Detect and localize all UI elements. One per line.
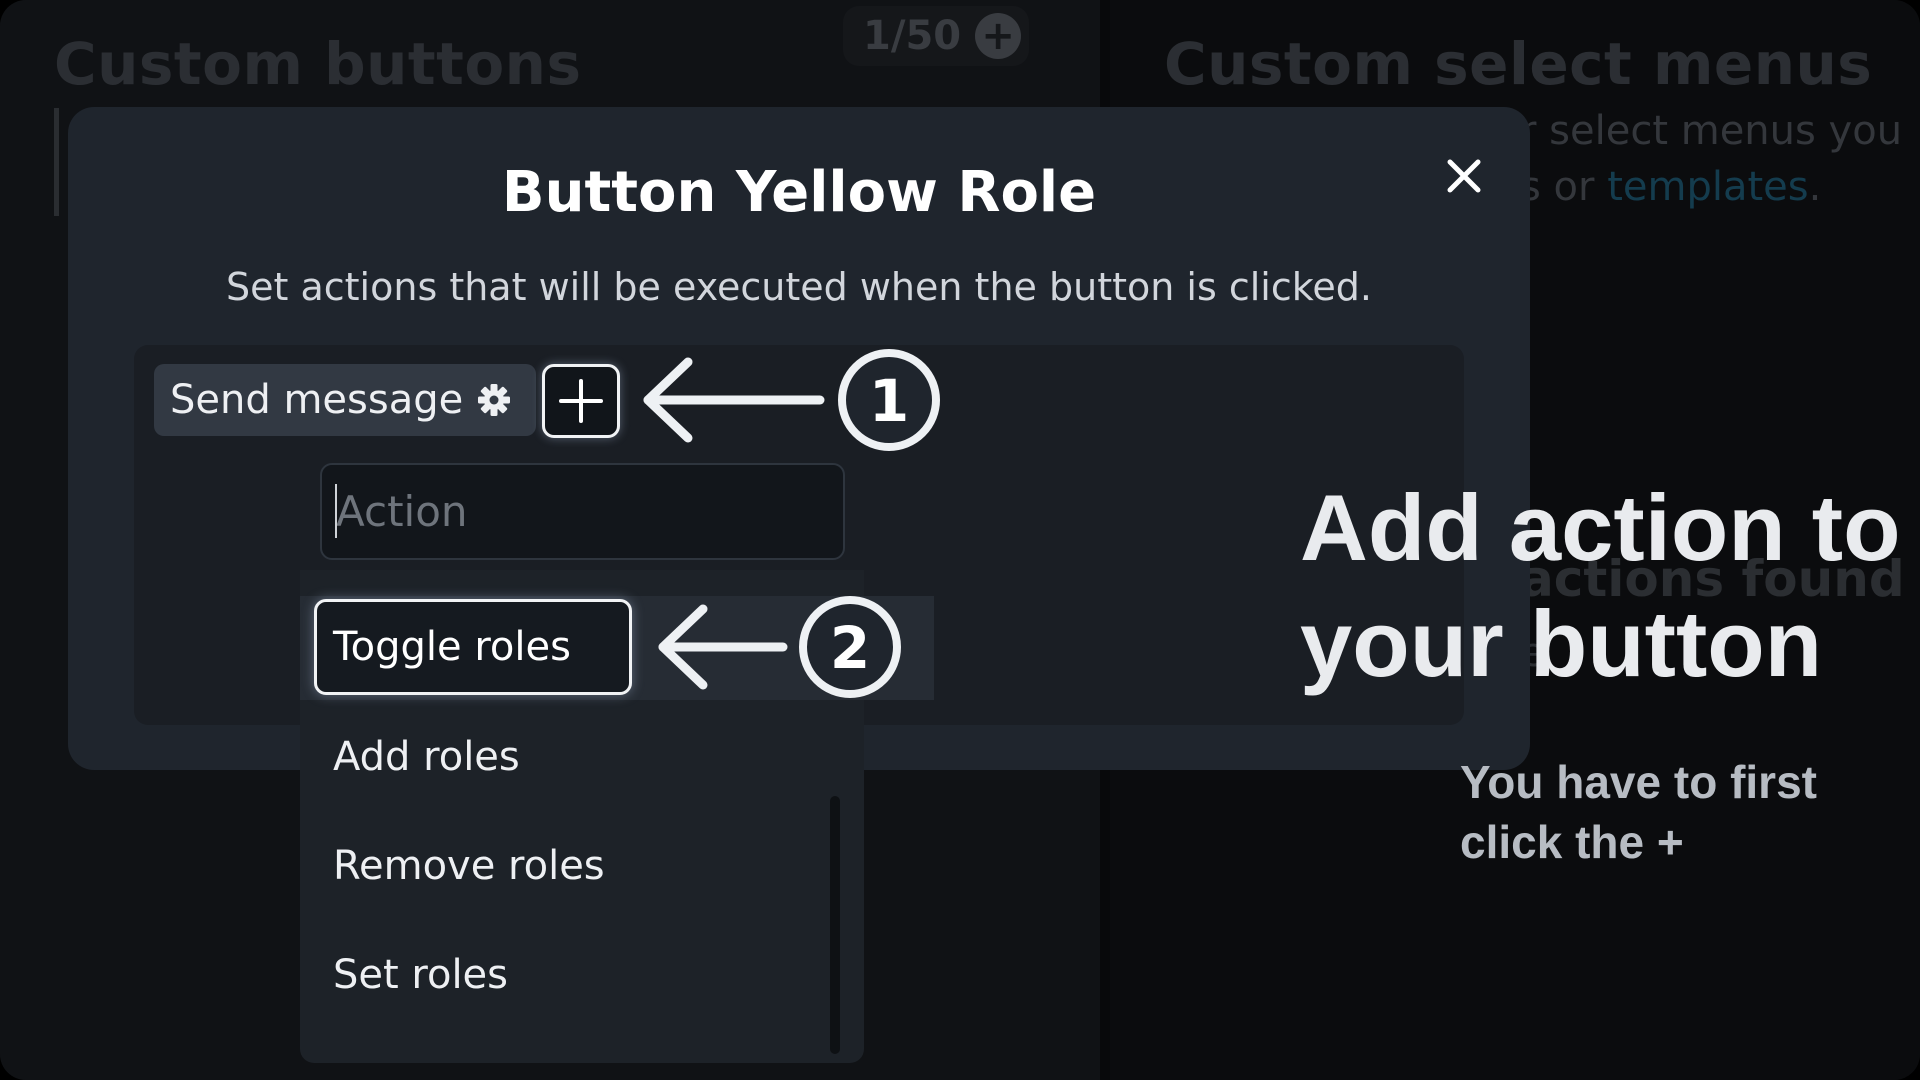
step-1-arrow: 1 <box>643 349 940 451</box>
button-counter-text: 1/50 <box>863 13 962 59</box>
background-left-bar <box>54 108 59 216</box>
add-action-button[interactable] <box>542 364 620 438</box>
modal-title: Button Yellow Role <box>501 160 1097 225</box>
text-caret <box>335 484 337 538</box>
links-period: . <box>1808 164 1822 210</box>
step-2-arrow: 2 <box>658 596 901 698</box>
modal-description: Set actions that will be executed when t… <box>226 265 1372 309</box>
dropdown-option-label: Toggle roles <box>333 624 571 670</box>
action-search-input[interactable] <box>320 463 845 560</box>
button-counter[interactable]: 1/50 + <box>843 6 1029 66</box>
dropdown-scrollbar[interactable] <box>830 796 840 1054</box>
tutorial-heading: Add action to your button <box>1300 470 1901 702</box>
close-icon <box>1447 159 1481 193</box>
dropdown-option-remove-roles[interactable]: Remove roles <box>333 843 605 889</box>
step-2-label: 2 <box>830 614 870 682</box>
custom-buttons-title: Custom buttons <box>54 30 582 98</box>
step-1-label: 1 <box>869 367 909 435</box>
dropdown-option-toggle-roles[interactable]: Toggle roles <box>314 599 632 695</box>
action-chip-label: Send message <box>170 377 464 423</box>
plus-icon <box>559 379 603 423</box>
plus-circle-icon[interactable]: + <box>975 13 1022 59</box>
close-button[interactable] <box>1440 152 1488 200</box>
gear-icon[interactable] <box>476 382 512 418</box>
screen: Custom buttons 1/50 + Custom select menu… <box>0 0 1920 1080</box>
tutorial-subtext-line-2: click the + <box>1460 816 1684 868</box>
tutorial-subtext: You have to first click the + <box>1460 752 1817 872</box>
templates-link[interactable]: templates <box>1607 164 1808 210</box>
dropdown-option-set-roles[interactable]: Set roles <box>333 952 508 998</box>
links-text: s or <box>1520 164 1608 210</box>
select-menus-description: r select menus you <box>1520 108 1903 154</box>
tutorial-heading-line-2: your button <box>1300 591 1823 696</box>
tutorial-subtext-line-1: You have to first <box>1460 756 1817 808</box>
select-menus-links: s or templates. <box>1520 164 1821 210</box>
dropdown-option-add-roles[interactable]: Add roles <box>333 734 520 780</box>
send-message-action-chip[interactable]: Send message <box>154 364 536 436</box>
custom-select-menus-title: Custom select menus <box>1164 30 1873 98</box>
tutorial-heading-line-1: Add action to <box>1300 475 1901 580</box>
